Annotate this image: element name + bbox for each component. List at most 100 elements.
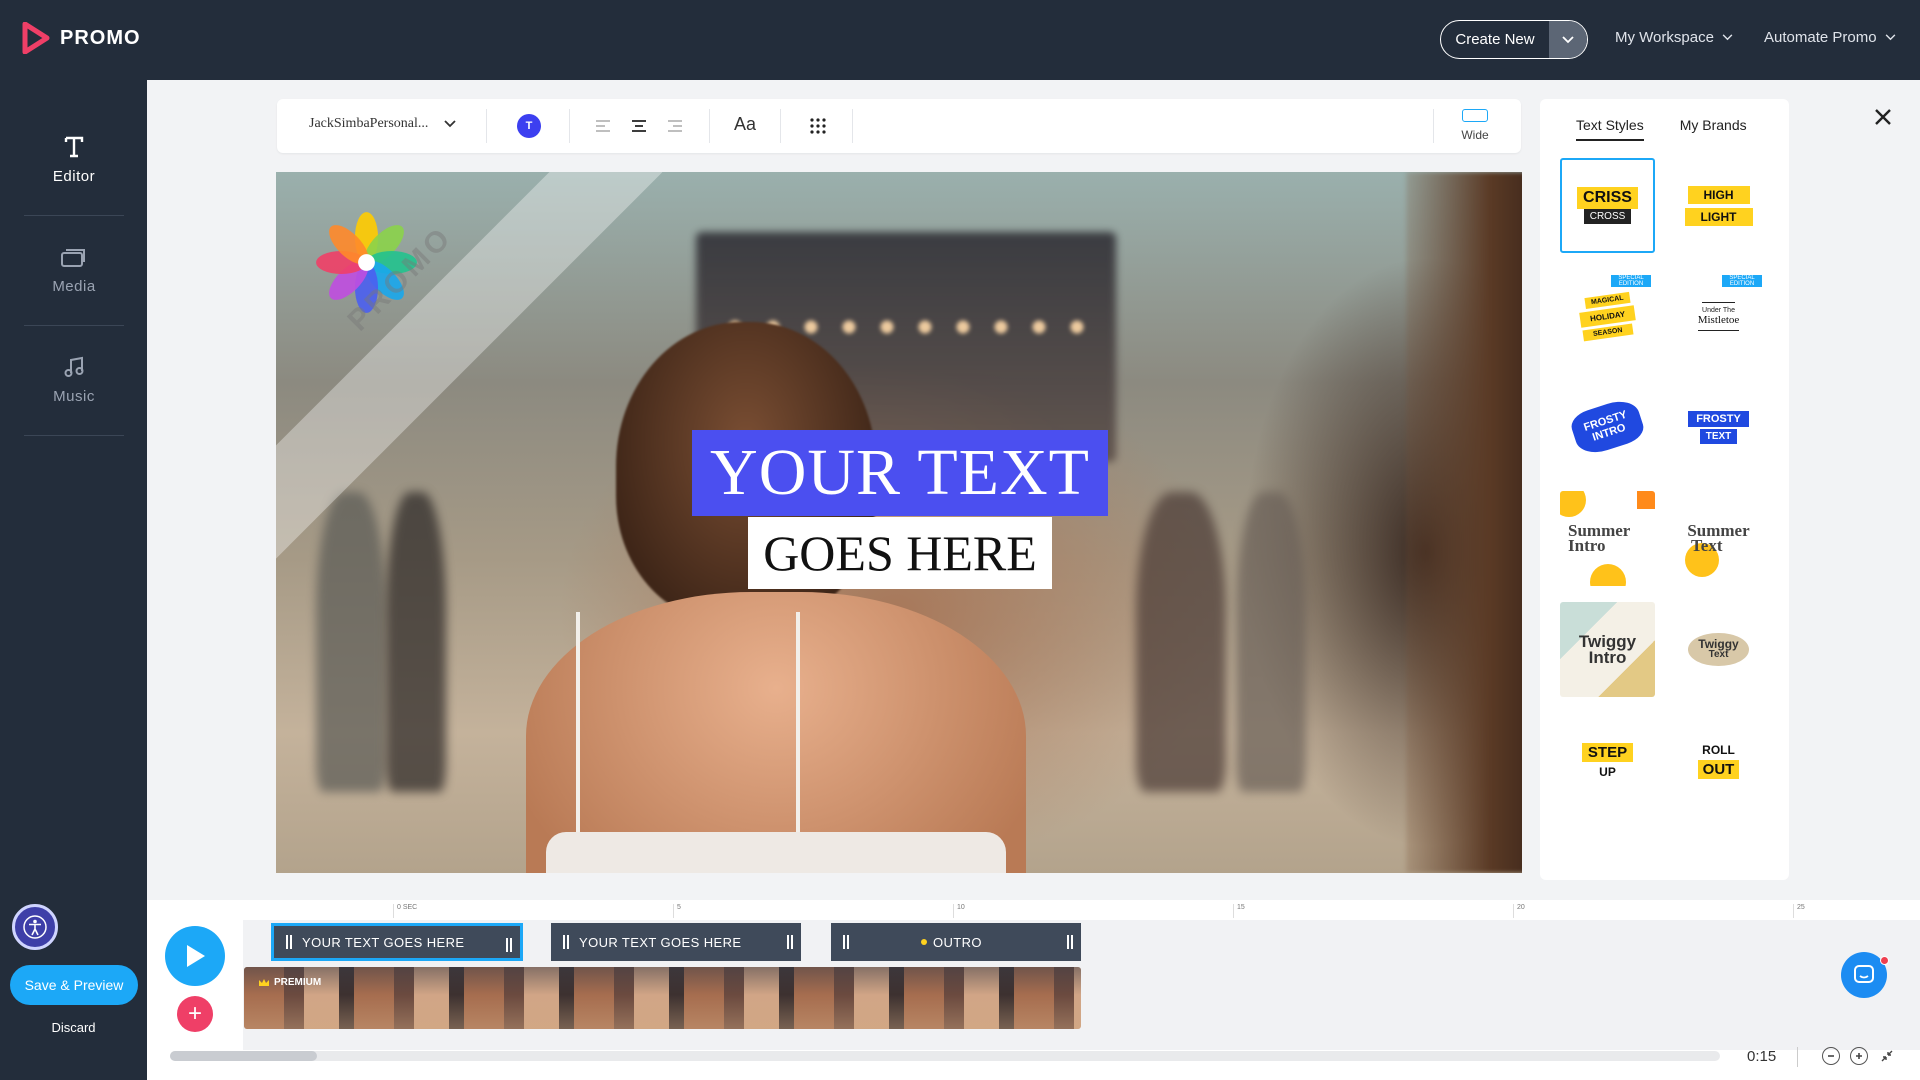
create-new-dropdown[interactable] <box>1549 21 1587 58</box>
premium-label: PREMIUM <box>274 977 322 988</box>
style-card-twiggy-text[interactable]: Twiggy Text <box>1671 602 1766 697</box>
media-stack-icon <box>61 249 85 267</box>
accessibility-icon <box>23 915 47 939</box>
headline-line-2[interactable]: GOES HERE <box>748 517 1052 589</box>
ruler-tick: 10 <box>953 904 965 918</box>
close-icon[interactable] <box>1872 106 1894 128</box>
clip-handle-right[interactable] <box>506 938 512 952</box>
clip-handle-left[interactable] <box>563 935 569 949</box>
style-card-summer-text[interactable]: Summer Text <box>1671 491 1766 586</box>
sidebar-item-editor[interactable]: Editor <box>24 106 124 216</box>
align-right-icon <box>668 120 682 132</box>
align-right-button[interactable] <box>662 113 688 139</box>
style-tabs: Text Styles My Brands <box>1576 117 1747 141</box>
special-edition-badge: SPECIAL EDITION <box>1611 275 1651 287</box>
style-card-frosty-intro[interactable]: FROSTY INTRO <box>1560 380 1655 475</box>
chevron-down-icon <box>1722 34 1733 41</box>
style-card-roll-out[interactable]: ROLL OUT <box>1671 713 1766 808</box>
sidebar-item-music[interactable]: Music <box>24 326 124 436</box>
wide-aspect-icon <box>1462 109 1488 122</box>
sidebar-item-media[interactable]: Media <box>24 216 124 326</box>
collapse-arrows-icon <box>1881 1050 1893 1062</box>
tab-my-brands[interactable]: My Brands <box>1680 117 1747 141</box>
toolbar-divider <box>569 109 570 143</box>
crown-icon <box>259 979 269 986</box>
style-preview-line: Text <box>1691 535 1723 555</box>
timeline-clip-outro[interactable]: OUTRO <box>831 923 1081 961</box>
style-preview-line: CRISS <box>1577 187 1638 209</box>
style-card-frosty-text[interactable]: FROSTY TEXT <box>1671 380 1766 475</box>
align-left-button[interactable] <box>590 113 616 139</box>
save-preview-button[interactable]: Save & Preview <box>10 965 138 1005</box>
clip-handle-left[interactable] <box>843 935 849 949</box>
top-strap <box>796 612 800 842</box>
style-preview-line: Intro <box>1588 647 1627 667</box>
zoom-out-button[interactable] <box>1822 1047 1840 1065</box>
headline-line-1[interactable]: YOUR TEXT <box>692 430 1108 516</box>
toolbar-divider <box>1433 109 1434 143</box>
timeline-scrollbar[interactable] <box>170 1051 1720 1061</box>
style-card-criss-cross[interactable]: CRISS CROSS <box>1560 158 1655 253</box>
style-preview-line: Mistletoe <box>1697 314 1740 331</box>
timeline-clip-text-2[interactable]: YOUR TEXT GOES HERE <box>551 923 801 961</box>
my-workspace-label: My Workspace <box>1615 29 1714 46</box>
add-clip-button[interactable]: + <box>177 996 213 1032</box>
create-new-label[interactable]: Create New <box>1441 21 1549 58</box>
style-card-twiggy-intro[interactable]: Twiggy Intro <box>1560 602 1655 697</box>
aspect-ratio-button[interactable]: Wide <box>1455 109 1495 142</box>
ruler-tick: 20 <box>1513 904 1525 918</box>
video-filmstrip[interactable]: PREMIUM <box>244 967 1081 1029</box>
font-size-button[interactable]: Aa <box>734 114 756 135</box>
play-icon <box>187 945 205 967</box>
chat-bubble-icon <box>1854 965 1874 983</box>
timeline-scrollbar-thumb[interactable] <box>170 1051 317 1061</box>
foreground-hair <box>1406 172 1522 873</box>
timeline-clip-text-1[interactable]: YOUR TEXT GOES HERE <box>271 923 523 961</box>
text-position-button[interactable] <box>805 113 831 139</box>
automate-promo-label: Automate Promo <box>1764 29 1877 46</box>
background-crowd <box>1136 492 1226 792</box>
align-center-icon <box>632 120 646 132</box>
style-preview-blob: FROSTY INTRO <box>1568 395 1647 460</box>
style-preview-line: ROLL <box>1702 742 1735 757</box>
video-canvas[interactable]: PROMO YOUR TEXT GOES HERE <box>276 172 1522 873</box>
ruler-tick: 15 <box>1233 904 1245 918</box>
my-workspace-menu[interactable]: My Workspace <box>1615 29 1733 46</box>
tab-text-styles[interactable]: Text Styles <box>1576 117 1644 141</box>
style-preview-line: HIGH <box>1687 185 1750 204</box>
font-selector[interactable]: JackSimbaPersonal... <box>309 116 457 132</box>
style-preview-line: STEP <box>1581 742 1634 762</box>
zoom-in-button[interactable] <box>1850 1047 1868 1065</box>
create-new-button[interactable]: Create New <box>1440 20 1588 59</box>
play-button[interactable] <box>165 926 225 986</box>
style-preview-line: TEXT <box>1699 429 1738 444</box>
automate-promo-menu[interactable]: Automate Promo <box>1764 29 1896 46</box>
clip-handle-right[interactable] <box>787 935 793 949</box>
discard-link[interactable]: Discard <box>0 1020 147 1035</box>
toolbar-divider <box>780 109 781 143</box>
ruler-tick: 25 <box>1793 904 1805 918</box>
summer-sun-shape <box>1560 491 1586 517</box>
ruler-tick: 0 SEC <box>393 904 417 918</box>
special-edition-badge: SPECIAL EDITION <box>1722 275 1762 287</box>
promo-logo[interactable]: PROMO <box>22 22 141 54</box>
text-color-picker[interactable]: T <box>517 114 541 138</box>
fit-timeline-button[interactable] <box>1878 1047 1896 1065</box>
text-toolbar: JackSimbaPersonal... T Aa Wide <box>277 99 1521 153</box>
style-card-magical-holiday[interactable]: SPECIAL EDITION MAGICAL HOLIDAY SEASON <box>1560 269 1655 364</box>
style-card-step-up[interactable]: STEP UP <box>1560 713 1655 808</box>
sidebar-item-label: Music <box>53 388 95 405</box>
style-preview-line: OUT <box>1697 759 1740 779</box>
filmstrip-tint <box>244 967 1081 1029</box>
music-note-icon <box>64 356 84 377</box>
style-card-summer-intro[interactable]: Summer Intro <box>1560 491 1655 586</box>
align-center-button[interactable] <box>626 113 652 139</box>
outro-label-wrap: OUTRO <box>921 935 982 950</box>
clip-handle-left[interactable] <box>286 935 292 949</box>
clip-handle-right[interactable] <box>1067 935 1073 949</box>
style-card-high-light[interactable]: HIGH LIGHT <box>1671 158 1766 253</box>
timeline-divider <box>1797 1047 1798 1067</box>
style-card-mistletoe[interactable]: SPECIAL EDITION Under The Mistletoe <box>1671 269 1766 364</box>
accessibility-button[interactable] <box>12 904 58 950</box>
summer-sun-shape <box>1590 564 1626 586</box>
